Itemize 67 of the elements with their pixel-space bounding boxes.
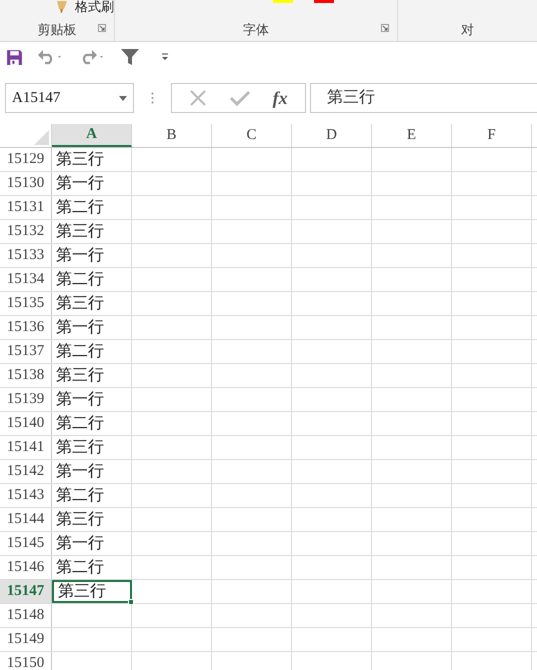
table-cell[interactable]: 第三行: [52, 292, 132, 315]
highlight-color-swatch[interactable]: [273, 0, 293, 3]
table-cell[interactable]: 第二行: [52, 268, 132, 291]
row-header[interactable]: 15135: [0, 292, 52, 315]
row-header[interactable]: 15148: [0, 604, 52, 627]
row-header[interactable]: 15129: [0, 148, 52, 171]
enter-icon[interactable]: [230, 90, 250, 106]
table-cell[interactable]: 第二行: [52, 340, 132, 363]
table-cell[interactable]: 第三行: [52, 220, 132, 243]
table-cell[interactable]: 第三行: [52, 580, 132, 603]
format-painter-button[interactable]: 格式刷: [55, 0, 114, 14]
table-cell[interactable]: 第一行: [52, 316, 132, 339]
row-header[interactable]: 15138: [0, 364, 52, 387]
row-header[interactable]: 15149: [0, 628, 52, 651]
launcher-icon[interactable]: [381, 24, 389, 32]
row-header[interactable]: 15132: [0, 220, 52, 243]
row-header[interactable]: 15130: [0, 172, 52, 195]
row-header[interactable]: 15134: [0, 268, 52, 291]
name-box[interactable]: A15147: [5, 83, 134, 113]
group-label: 剪贴板: [38, 20, 76, 39]
font-color-swatch[interactable]: [314, 0, 334, 3]
row-header[interactable]: 15141: [0, 436, 52, 459]
group-label: 对: [461, 20, 474, 39]
table-cell[interactable]: 第二行: [52, 196, 132, 219]
table-cell[interactable]: 第一行: [52, 460, 132, 483]
column-header[interactable]: F: [452, 124, 532, 147]
table-cell[interactable]: 第一行: [52, 244, 132, 267]
cancel-icon[interactable]: [189, 89, 208, 107]
row-header[interactable]: 15142: [0, 460, 52, 483]
row-header[interactable]: 15146: [0, 556, 52, 579]
grip-icon: [151, 92, 154, 104]
insert-function-button[interactable]: fx: [272, 84, 288, 112]
table-cell[interactable]: 第三行: [52, 364, 132, 387]
table-cell[interactable]: 第三行: [52, 148, 132, 171]
filter-icon[interactable]: [121, 48, 139, 66]
group-label: 字体: [243, 20, 269, 39]
fill-handle[interactable]: [128, 599, 134, 605]
column-header[interactable]: D: [292, 124, 372, 147]
row-header[interactable]: 15137: [0, 340, 52, 363]
dropdown-icon: [119, 96, 127, 100]
row-header[interactable]: 15136: [0, 316, 52, 339]
table-cell[interactable]: 第二行: [52, 556, 132, 579]
row-header[interactable]: 15150: [0, 652, 52, 670]
select-all-icon[interactable]: [34, 130, 49, 145]
row-header[interactable]: 15145: [0, 532, 52, 555]
row-header[interactable]: 15147: [0, 580, 52, 603]
table-cell[interactable]: 第一行: [52, 532, 132, 555]
column-header[interactable]: A: [52, 124, 132, 147]
formula-input[interactable]: 第三行: [310, 83, 537, 113]
column-header[interactable]: C: [212, 124, 292, 147]
table-cell[interactable]: 第三行: [52, 436, 132, 459]
column-header[interactable]: B: [132, 124, 212, 147]
row-header[interactable]: 15131: [0, 196, 52, 219]
table-cell[interactable]: 第二行: [52, 484, 132, 507]
save-icon[interactable]: [6, 48, 23, 66]
launcher-icon[interactable]: [98, 24, 106, 32]
row-header[interactable]: 15139: [0, 388, 52, 411]
table-cell[interactable]: 第二行: [52, 412, 132, 435]
table-cell[interactable]: 第一行: [52, 172, 132, 195]
row-header[interactable]: 15144: [0, 508, 52, 531]
row-header[interactable]: 15143: [0, 484, 52, 507]
row-header[interactable]: 15133: [0, 244, 52, 267]
row-header[interactable]: 15140: [0, 412, 52, 435]
customize-icon[interactable]: [161, 53, 169, 61]
column-header[interactable]: E: [372, 124, 452, 147]
table-cell[interactable]: 第一行: [52, 388, 132, 411]
table-cell[interactable]: 第三行: [52, 508, 132, 531]
